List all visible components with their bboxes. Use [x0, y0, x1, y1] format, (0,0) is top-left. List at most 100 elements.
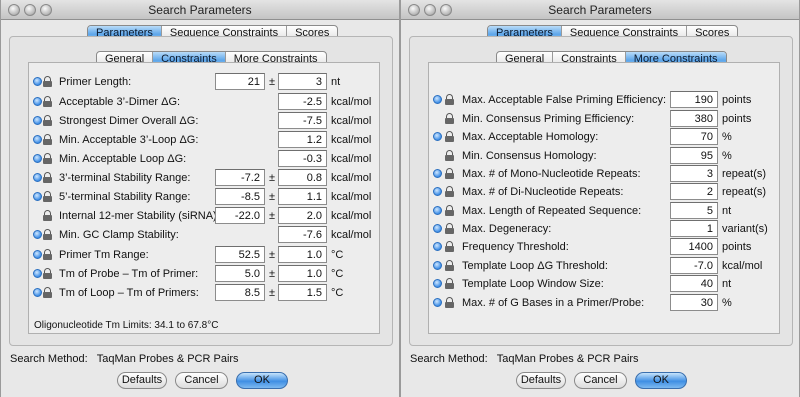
lock-icon[interactable]	[43, 115, 52, 126]
tolerance-field[interactable]: 0.8	[278, 169, 327, 186]
lock-icon[interactable]	[43, 229, 52, 240]
info-icon[interactable]	[33, 154, 42, 163]
search-method-label: Search Method:	[10, 353, 88, 365]
parameter-row: Template Loop Window Size: 40 nt	[429, 275, 779, 294]
parameter-label: Primer Tm Range:	[59, 249, 149, 261]
plus-minus-symbol: ±	[269, 191, 276, 203]
value-field[interactable]: -8.5	[215, 188, 265, 205]
info-icon[interactable]	[433, 206, 442, 215]
value-field[interactable]: 30	[670, 294, 718, 311]
value-field[interactable]: 1400	[670, 238, 718, 255]
lock-icon[interactable]	[43, 172, 52, 183]
value-field[interactable]: 380	[670, 110, 718, 127]
cancel-button[interactable]: Cancel	[574, 372, 627, 389]
value-field[interactable]: 70	[670, 128, 718, 145]
tolerance-field[interactable]: 1.5	[278, 284, 327, 301]
info-icon[interactable]	[433, 169, 442, 178]
lock-icon[interactable]	[43, 96, 52, 107]
title-bar: Search Parameters	[1, 0, 399, 20]
unit-label: points	[722, 94, 752, 106]
ok-button[interactable]: OK	[236, 372, 288, 389]
info-icon[interactable]	[33, 173, 42, 182]
tolerance-field[interactable]: 1.1	[278, 188, 327, 205]
defaults-button[interactable]: Defaults	[516, 372, 566, 389]
tolerance-field[interactable]: -7.6	[278, 226, 327, 243]
info-icon[interactable]	[433, 224, 442, 233]
parameter-label: Template Loop ΔG Threshold:	[462, 260, 608, 272]
lock-icon[interactable]	[445, 94, 454, 105]
lock-icon[interactable]	[445, 113, 454, 124]
tolerance-field[interactable]: -0.3	[278, 150, 327, 167]
parameter-row: 3’-terminal Stability Range: -7.2 ±0.8 kcal…	[29, 169, 379, 188]
lock-icon[interactable]	[445, 297, 454, 308]
value-field[interactable]: -7.0	[670, 257, 718, 274]
value-field[interactable]: 3	[670, 165, 718, 182]
lock-icon[interactable]	[445, 131, 454, 142]
info-icon[interactable]	[33, 230, 42, 239]
parameter-row: Template Loop ΔG Threshold: -7.0 kcal/mol	[429, 257, 779, 276]
info-icon[interactable]	[33, 192, 42, 201]
tolerance-field[interactable]: -2.5	[278, 93, 327, 110]
value-field[interactable]: 8.5	[215, 284, 265, 301]
info-icon[interactable]	[433, 242, 442, 251]
value-field[interactable]: 190	[670, 91, 718, 108]
tolerance-field[interactable]: 1.0	[278, 246, 327, 263]
value-field[interactable]: 5.0	[215, 265, 265, 282]
info-icon[interactable]	[33, 250, 42, 259]
parameter-row: Tm of Loop – Tm of Primers: 8.5 ±1.5 °C	[29, 284, 379, 303]
lock-icon[interactable]	[445, 260, 454, 271]
tolerance-field[interactable]: 2.0	[278, 207, 327, 224]
value-field[interactable]: 1	[670, 220, 718, 237]
lock-icon[interactable]	[43, 268, 52, 279]
unit-label: kcal/mol	[331, 172, 372, 184]
lock-icon[interactable]	[43, 287, 52, 298]
unit-label: points	[722, 241, 752, 253]
value-field[interactable]: 95	[670, 147, 718, 164]
value-field[interactable]: 21	[215, 73, 265, 90]
cancel-button[interactable]: Cancel	[175, 372, 228, 389]
lock-icon[interactable]	[445, 278, 454, 289]
parameter-label: Strongest Dimer Overall ΔG:	[59, 115, 199, 127]
lock-icon[interactable]	[43, 191, 52, 202]
info-icon[interactable]	[433, 261, 442, 270]
tolerance-field[interactable]: -7.5	[278, 112, 327, 129]
value-field[interactable]: 52.5	[215, 246, 265, 263]
parameter-row: Min. Consensus Homology: 95%	[429, 147, 779, 166]
lock-icon[interactable]	[43, 134, 52, 145]
lock-icon[interactable]	[43, 153, 52, 164]
value-field[interactable]: 5	[670, 202, 718, 219]
value-field[interactable]: -7.2	[215, 169, 265, 186]
info-icon[interactable]	[33, 135, 42, 144]
lock-icon[interactable]	[43, 76, 52, 87]
info-icon[interactable]	[433, 298, 442, 307]
tolerance-field[interactable]: 1.0	[278, 265, 327, 282]
parameter-row: Min. Acceptable 3’-Loop ΔG: 1.2 kcal/mol	[29, 131, 379, 150]
parameter-row: Max. Acceptable Homology: 70%	[429, 128, 779, 147]
info-icon[interactable]	[33, 97, 42, 106]
lock-icon[interactable]	[445, 241, 454, 252]
defaults-button[interactable]: Defaults	[117, 372, 167, 389]
info-icon[interactable]	[433, 95, 442, 104]
tolerance-field[interactable]: 1.2	[278, 131, 327, 148]
unit-label: kcal/mol	[331, 229, 372, 241]
lock-icon[interactable]	[445, 168, 454, 179]
info-icon[interactable]	[433, 187, 442, 196]
lock-icon[interactable]	[445, 205, 454, 216]
value-field[interactable]: -22.0	[215, 207, 265, 224]
ok-button[interactable]: OK	[635, 372, 687, 389]
tolerance-field[interactable]: 3	[278, 73, 327, 90]
lock-icon[interactable]	[445, 150, 454, 161]
info-icon[interactable]	[433, 132, 442, 141]
value-field[interactable]: 40	[670, 275, 718, 292]
info-icon[interactable]	[433, 279, 442, 288]
info-icon[interactable]	[33, 77, 42, 86]
info-icon[interactable]	[33, 116, 42, 125]
plus-minus-symbol: ±	[269, 172, 276, 184]
info-icon[interactable]	[33, 269, 42, 278]
lock-icon[interactable]	[43, 249, 52, 260]
lock-icon[interactable]	[43, 210, 52, 221]
lock-icon[interactable]	[445, 186, 454, 197]
value-field[interactable]: 2	[670, 183, 718, 200]
info-icon[interactable]	[33, 288, 42, 297]
lock-icon[interactable]	[445, 223, 454, 234]
